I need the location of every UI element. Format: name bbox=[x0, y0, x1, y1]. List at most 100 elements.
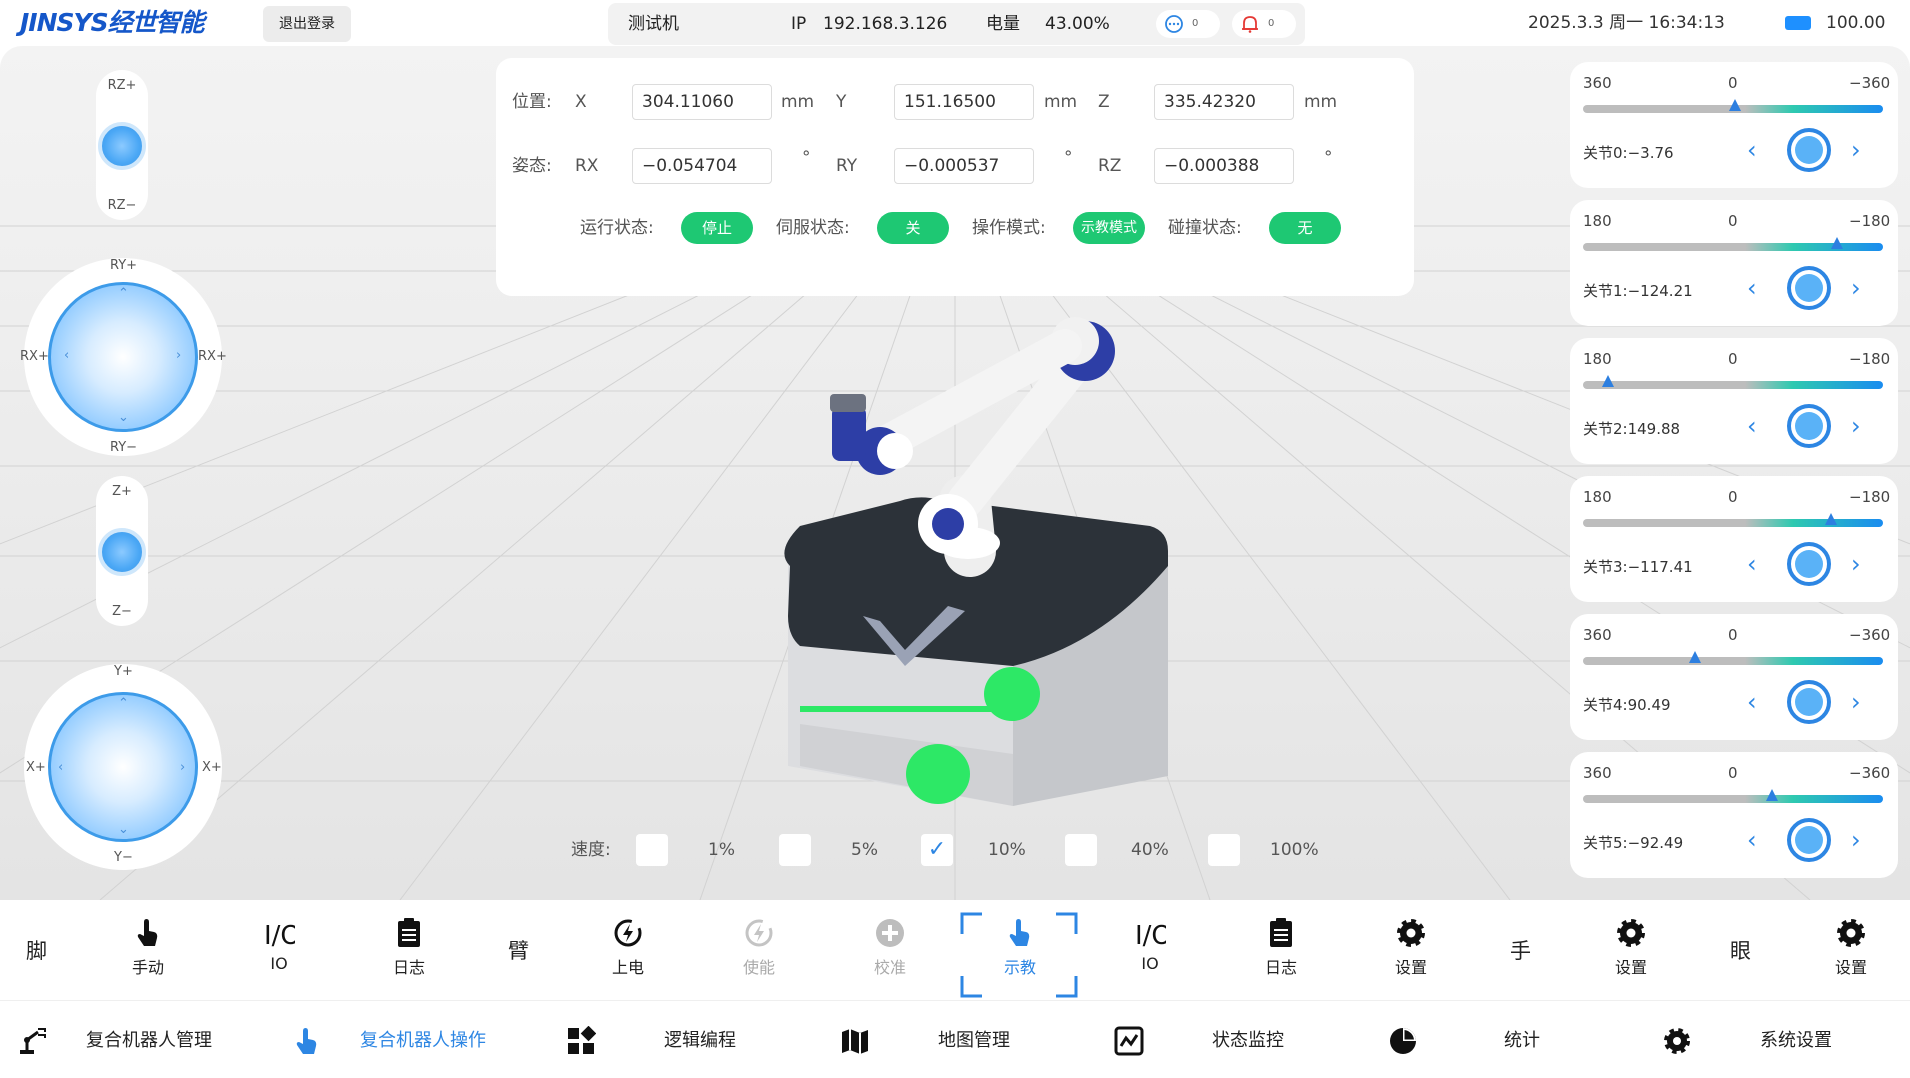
chevron-right-icon[interactable]: › bbox=[1851, 412, 1861, 440]
chevron-up-icon[interactable]: ⌃ bbox=[118, 696, 129, 711]
joint-panel-4: 360 0 −360 关节4:90.49 ‹ › bbox=[1570, 614, 1898, 740]
joint-4-jog-knob[interactable] bbox=[1787, 680, 1831, 724]
calibrate-button[interactable]: 校准 bbox=[850, 916, 930, 978]
power-value: 43.00% bbox=[1045, 14, 1110, 34]
chevron-right-icon[interactable]: › bbox=[180, 760, 185, 775]
enable-button[interactable]: 使能 bbox=[719, 916, 799, 978]
joint-5-marker[interactable] bbox=[1765, 789, 1778, 801]
joint-1-label: 关节1:−124.21 bbox=[1583, 282, 1693, 300]
rz-value-field[interactable]: −0.000388 bbox=[1154, 148, 1294, 184]
chevron-left-icon[interactable]: ‹ bbox=[1747, 136, 1757, 164]
joint-1-jog-knob[interactable] bbox=[1787, 266, 1831, 310]
joint-3-slider[interactable] bbox=[1583, 513, 1883, 527]
speed-checkbox-5[interactable] bbox=[779, 834, 811, 866]
nav-system-settings[interactable]: 系统设置 bbox=[1662, 1001, 1902, 1078]
joint-3-marker[interactable] bbox=[1824, 513, 1837, 525]
chevron-right-icon[interactable]: › bbox=[176, 348, 181, 363]
io-button-2[interactable]: I/O IO bbox=[1110, 916, 1190, 973]
rx-plus-right-label: RX+ bbox=[198, 349, 227, 364]
speed-checkbox-100[interactable] bbox=[1208, 834, 1240, 866]
svg-text:I/O: I/O bbox=[1135, 921, 1166, 950]
eye-settings-button[interactable]: 设置 bbox=[1811, 916, 1891, 978]
chevron-left-icon[interactable]: ‹ bbox=[58, 760, 63, 775]
ry-unit: ° bbox=[1064, 148, 1073, 168]
joint-4-label: 关节4:90.49 bbox=[1583, 696, 1671, 714]
joint-3-jog-knob[interactable] bbox=[1787, 542, 1831, 586]
robot-3d-viewport[interactable]: 位置: X 304.11060 mm Y 151.16500 mm Z 335.… bbox=[0, 46, 1910, 900]
joint-1-marker[interactable] bbox=[1830, 237, 1843, 249]
ry-value-field[interactable]: −0.000537 bbox=[894, 148, 1034, 184]
chevron-left-icon[interactable]: ‹ bbox=[1747, 826, 1757, 854]
joint-4-marker[interactable] bbox=[1689, 651, 1702, 663]
speed-checkbox-40[interactable] bbox=[1065, 834, 1097, 866]
nav-statistics[interactable]: 统计 bbox=[1388, 1001, 1648, 1078]
chevron-right-icon[interactable]: › bbox=[1851, 550, 1861, 578]
nav-logic-programming-label: 逻辑编程 bbox=[664, 1030, 736, 1051]
joint-5-slider[interactable] bbox=[1583, 789, 1883, 803]
x-value-field[interactable]: 304.11060 bbox=[632, 84, 772, 120]
joint-0-jog-knob[interactable] bbox=[1787, 128, 1831, 172]
joint-3-max: −180 bbox=[1849, 488, 1891, 506]
chevron-down-icon[interactable]: ⌄ bbox=[118, 822, 129, 837]
joint-2-slider[interactable] bbox=[1583, 375, 1883, 389]
nav-logic-programming[interactable]: 逻辑编程 bbox=[566, 1001, 826, 1078]
joint-4-slider[interactable] bbox=[1583, 651, 1883, 665]
joint-0-marker[interactable] bbox=[1728, 99, 1741, 111]
power-on-button[interactable]: 上电 bbox=[588, 916, 668, 978]
chevron-left-icon[interactable]: ‹ bbox=[1747, 412, 1757, 440]
joint-2-max: −180 bbox=[1849, 350, 1891, 368]
rz-jog-knob[interactable] bbox=[98, 122, 146, 170]
joint-1-slider[interactable] bbox=[1583, 237, 1883, 251]
nav-map-management[interactable]: 地图管理 bbox=[840, 1001, 1100, 1078]
speed-checkbox-10[interactable]: ✓ bbox=[921, 834, 953, 866]
manual-button[interactable]: 手动 bbox=[108, 916, 188, 978]
z-jog-slider[interactable]: Z+ Z− bbox=[96, 476, 148, 626]
translation-jog-pad[interactable]: Y+ Y− X+ X+ ⌃ ⌄ ‹ › bbox=[24, 664, 222, 870]
joint-0-max: −360 bbox=[1849, 74, 1891, 92]
speed-checkbox-1[interactable] bbox=[636, 834, 668, 866]
chevron-left-icon[interactable]: ‹ bbox=[1747, 688, 1757, 716]
chevron-left-icon[interactable]: ‹ bbox=[64, 348, 69, 363]
nav-robot-management[interactable]: 复合机器人管理 bbox=[18, 1001, 278, 1078]
z-jog-knob[interactable] bbox=[98, 528, 146, 576]
joint-5-jog-knob[interactable] bbox=[1787, 818, 1831, 862]
chevron-right-icon[interactable]: › bbox=[1851, 688, 1861, 716]
clipboard-icon bbox=[398, 918, 420, 947]
hand-pointer-icon bbox=[137, 919, 158, 946]
rx-value-field[interactable]: −0.054704 bbox=[632, 148, 772, 184]
z-value-field[interactable]: 335.42320 bbox=[1154, 84, 1294, 120]
chevron-right-icon[interactable]: › bbox=[1851, 136, 1861, 164]
enable-label: 使能 bbox=[742, 958, 775, 977]
alarm-badge[interactable]: 0 bbox=[1232, 10, 1296, 38]
log-button-1[interactable]: 日志 bbox=[369, 916, 449, 978]
message-badge[interactable]: 0 bbox=[1156, 10, 1220, 38]
logout-button[interactable]: 退出登录 bbox=[263, 6, 351, 42]
nav-robot-operation[interactable]: 复合机器人操作 bbox=[292, 1001, 552, 1078]
pie-chart-icon bbox=[1390, 1028, 1416, 1054]
io-button-1[interactable]: I/O IO bbox=[239, 916, 319, 973]
rz-jog-slider[interactable]: RZ+ RZ− bbox=[96, 70, 148, 220]
translation-jog-joystick[interactable] bbox=[48, 692, 198, 842]
y-value-field[interactable]: 151.16500 bbox=[894, 84, 1034, 120]
battery-value: 100.00 bbox=[1826, 13, 1886, 33]
joint-4-mid: 0 bbox=[1728, 626, 1738, 644]
nav-status-monitor[interactable]: 状态监控 bbox=[1114, 1001, 1374, 1078]
joint-2-jog-knob[interactable] bbox=[1787, 404, 1831, 448]
log-button-2[interactable]: 日志 bbox=[1241, 916, 1321, 978]
chevron-right-icon[interactable]: › bbox=[1851, 274, 1861, 302]
joint-0-slider[interactable] bbox=[1583, 99, 1883, 113]
plus-circle-icon bbox=[876, 919, 904, 947]
nav-statistics-label: 统计 bbox=[1504, 1030, 1540, 1051]
chevron-left-icon[interactable]: ‹ bbox=[1747, 274, 1757, 302]
joint-4-min: 360 bbox=[1583, 626, 1612, 644]
joint-2-marker[interactable] bbox=[1602, 375, 1615, 387]
chevron-up-icon[interactable]: ⌃ bbox=[118, 286, 129, 301]
arm-settings-button[interactable]: 设置 bbox=[1371, 916, 1451, 978]
rotation-jog-pad[interactable]: RY+ RY− RX+ RX+ ⌃ ⌄ ‹ › bbox=[20, 258, 227, 456]
chevron-right-icon[interactable]: › bbox=[1851, 826, 1861, 854]
chevron-left-icon[interactable]: ‹ bbox=[1747, 550, 1757, 578]
hand-settings-button[interactable]: 设置 bbox=[1591, 916, 1671, 978]
chevron-down-icon[interactable]: ⌄ bbox=[118, 410, 129, 425]
teach-button[interactable]: 示教 bbox=[980, 916, 1060, 978]
brand-logo: JINSYS经世智能 bbox=[20, 8, 205, 37]
